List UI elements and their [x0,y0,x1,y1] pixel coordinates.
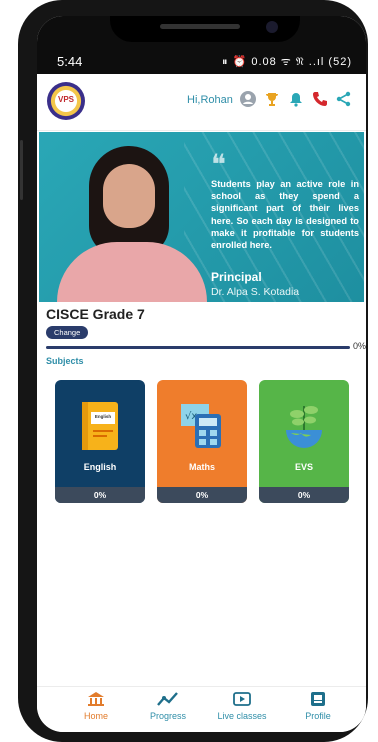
system-icons: ⏸ ⏰ 0.08 ᯤ 𝔑 ..ıl (52) [222,56,352,68]
trophy-icon[interactable] [261,88,283,110]
logo-text: VPS [57,95,74,104]
english-book-label: English [94,414,112,419]
avatar-icon[interactable] [237,88,259,110]
phone-icon[interactable] [309,88,331,110]
principal-photo [57,146,207,302]
calculator-icon: √x [181,400,223,452]
nav-home-label: Home [83,711,108,721]
principal-name: Dr. Alpa S. Kotadia [211,286,300,298]
nav-home[interactable]: Home [61,691,131,721]
course-progress-label: 0% [353,341,366,351]
nav-live-classes-label: Live classes [217,711,267,721]
principal-title: Principal [211,270,262,284]
principal-quote: Students play an active role in school a… [211,179,359,251]
greeting-text: Hi,Rohan [187,94,233,106]
change-grade-button[interactable]: Change [46,326,89,339]
subject-progress: 0% [157,487,247,503]
volume-button [20,140,23,200]
subject-name: EVS [294,462,313,472]
grade-title: CISCE Grade 7 [46,306,145,322]
quote-icon: ❝ [211,148,227,181]
course-progress-bar [46,346,350,349]
principal-banner: ❝ Students play an active role in school… [39,132,364,302]
subject-progress: 0% [55,487,145,503]
notch [110,16,300,42]
subject-card-english[interactable]: English English 0% [55,380,145,503]
bottom-navigation: Home Progress Live classes Profile [37,686,366,732]
subjects-heading: Subjects [46,356,84,366]
profile-icon [283,691,353,711]
nav-profile-label: Profile [305,711,331,721]
camera [266,21,278,33]
speaker [160,24,240,29]
nav-live-classes[interactable]: Live classes [207,691,277,721]
status-bar: 5:44 ⏸ ⏰ 0.08 ᯤ 𝔑 ..ıl (52) [37,16,366,74]
app-screen: 5:44 ⏸ ⏰ 0.08 ᯤ 𝔑 ..ıl (52) VPS Hi,Rohan… [37,16,366,732]
nav-progress[interactable]: Progress [133,691,203,721]
share-icon[interactable] [333,88,355,110]
school-logo[interactable]: VPS [47,82,85,120]
status-time: 5:44 [57,54,83,69]
live-classes-icon [207,691,277,711]
app-header: VPS Hi,Rohan [37,74,366,131]
nav-profile[interactable]: Profile [283,691,353,721]
subject-card-maths[interactable]: √x Maths 0% [157,380,247,503]
progress-icon [133,691,203,711]
subject-progress: 0% [259,487,349,503]
subject-card-evs[interactable]: EVS 0% [259,380,349,503]
globe-plant-icon [283,400,325,452]
bell-icon[interactable] [285,88,307,110]
home-icon [61,691,131,711]
english-book-icon: English [79,400,121,452]
subject-name: English [83,462,117,472]
nav-progress-label: Progress [149,711,186,721]
subject-name: Maths [188,462,215,472]
